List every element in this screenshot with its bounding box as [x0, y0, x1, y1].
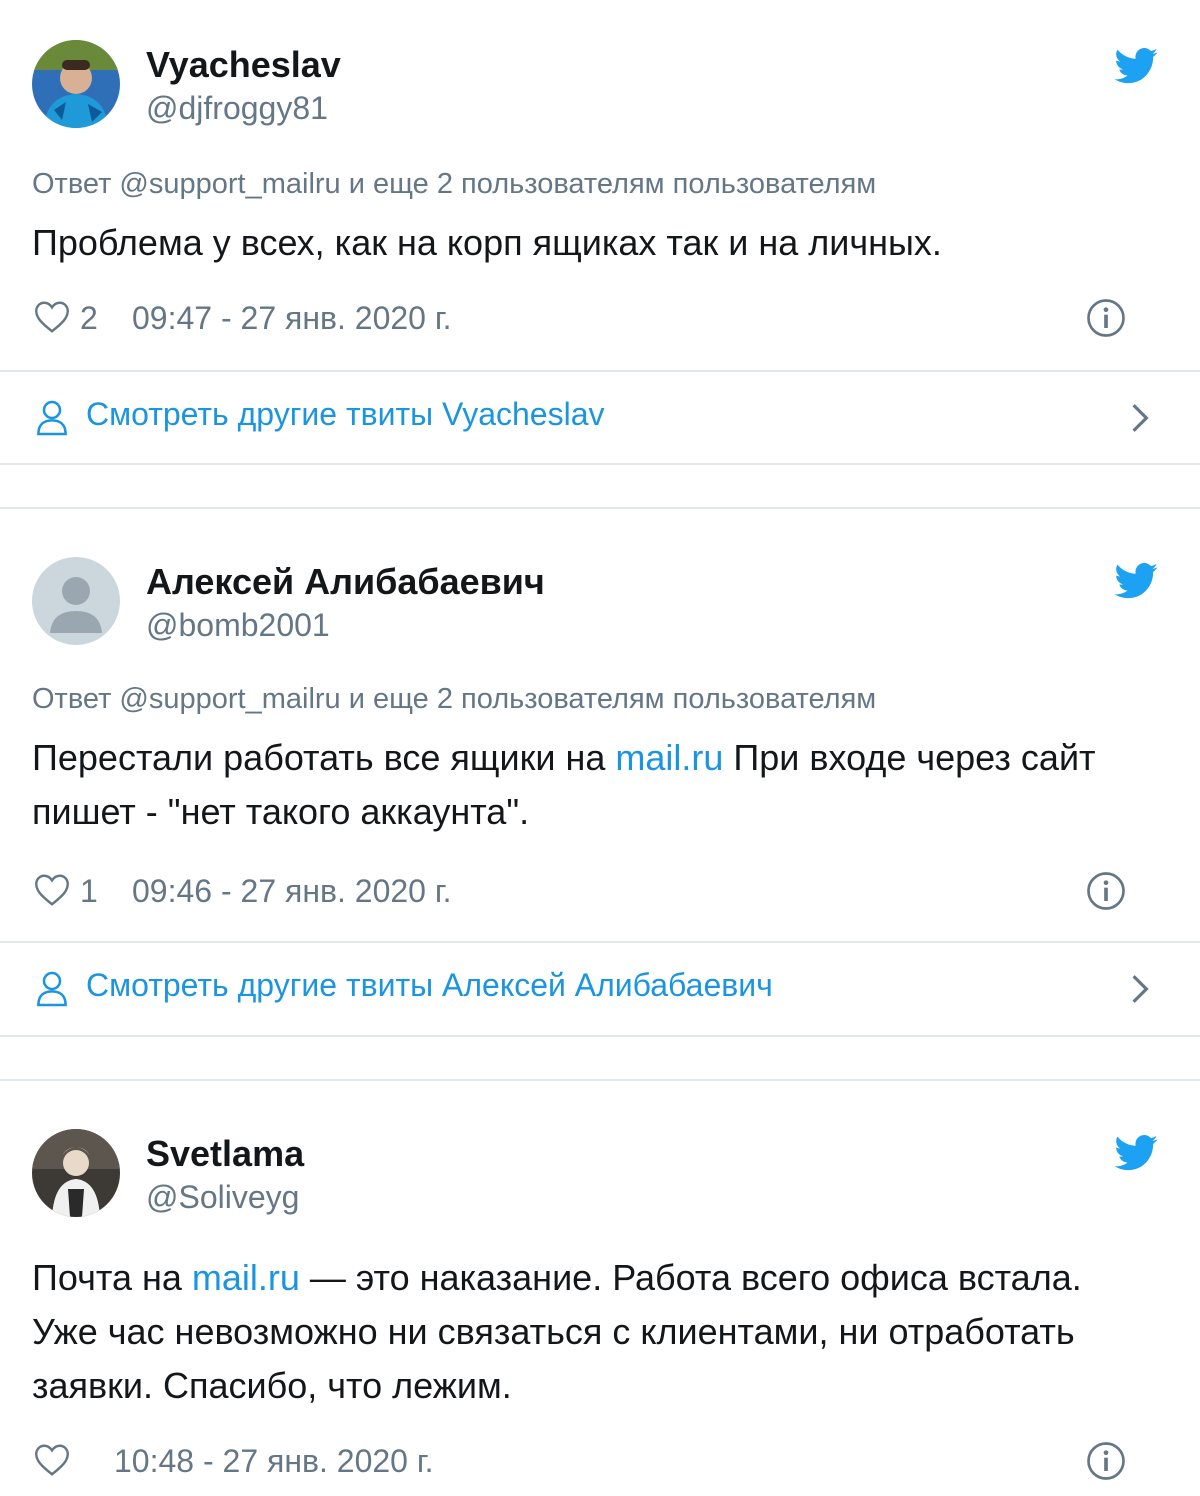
twitter-bird-icon[interactable] [1114, 1135, 1158, 1171]
tweet-separator [0, 1035, 1200, 1081]
reply-context: Ответ @support_mailru и еще 2 пользовате… [32, 168, 877, 200]
tweet-text-segment: Почта на [32, 1257, 192, 1298]
reply-context: Ответ @support_mailru и еще 2 пользовате… [32, 683, 877, 715]
view-more-label[interactable]: Смотреть другие твиты Vyacheslav [86, 396, 604, 433]
twitter-bird-icon[interactable] [1114, 48, 1158, 84]
like-count: 1 [80, 873, 98, 909]
default-avatar[interactable] [32, 557, 120, 645]
photo-avatar[interactable] [32, 1129, 120, 1217]
timestamp[interactable]: 10:48 - 27 янв. 2020 г. [114, 1443, 434, 1480]
timestamp[interactable]: 09:47 - 27 янв. 2020 г. [132, 300, 452, 337]
person-icon [37, 400, 67, 436]
author-handle[interactable]: @bomb2001 [146, 607, 330, 644]
author-handle[interactable]: @Soliveyg [146, 1179, 299, 1216]
info-icon[interactable] [1086, 871, 1126, 911]
mail-ru-link[interactable]: mail.ru [615, 737, 723, 778]
view-more-label[interactable]: Смотреть другие твиты Алексей Алибабаеви… [86, 967, 773, 1004]
timestamp[interactable]: 09:46 - 27 янв. 2020 г. [132, 873, 452, 910]
like-count: 2 [80, 300, 98, 336]
view-more-tweets-link[interactable]: Смотреть другие твиты Алексей Алибабаеви… [0, 943, 1200, 1033]
tweet-card: Алексей Алибабаевич @bomb2001 Ответ @sup… [0, 509, 1200, 1036]
chevron-right-icon[interactable] [1130, 973, 1150, 1005]
tweet-text: Перестали работать все ящики на mail.ru … [32, 731, 1142, 839]
tweet-text: Проблема у всех, как на корп ящиках так … [32, 216, 1142, 270]
info-icon[interactable] [1086, 298, 1126, 338]
tweet-text: Почта на mail.ru — это наказание. Работа… [32, 1251, 1142, 1413]
heart-icon[interactable] [34, 300, 70, 334]
tweet-meta: 1 09:46 - 27 янв. 2020 г. [32, 871, 1168, 911]
tweet-text-segment: Проблема у всех, как на корп ящиках так … [32, 222, 942, 263]
tweet-card: Vyacheslav @djfroggy81 Ответ @support_ma… [0, 0, 1200, 465]
author-name[interactable]: Алексей Алибабаевич [146, 561, 545, 603]
avatar[interactable] [32, 40, 120, 128]
heart-icon[interactable] [34, 1443, 70, 1477]
tweet-separator [0, 463, 1200, 509]
tweet-meta: 2 09:47 - 27 янв. 2020 г. [32, 298, 1168, 338]
heart-icon[interactable] [34, 873, 70, 907]
author-name[interactable]: Vyacheslav [146, 44, 341, 86]
author-handle[interactable]: @djfroggy81 [146, 90, 328, 127]
mail-ru-link[interactable]: mail.ru [192, 1257, 300, 1298]
tweet-card: Svetlama @Soliveyg Почта на mail.ru — эт… [0, 1081, 1200, 1496]
view-more-tweets-link[interactable]: Смотреть другие твиты Vyacheslav [0, 372, 1200, 462]
chevron-right-icon[interactable] [1130, 402, 1150, 434]
person-icon [37, 971, 67, 1007]
tweet-text-segment: Перестали работать все ящики на [32, 737, 616, 778]
author-name[interactable]: Svetlama [146, 1133, 304, 1175]
info-icon[interactable] [1086, 1441, 1126, 1481]
tweet-meta: 10:48 - 27 янв. 2020 г. [32, 1441, 1168, 1481]
twitter-bird-icon[interactable] [1114, 563, 1158, 599]
